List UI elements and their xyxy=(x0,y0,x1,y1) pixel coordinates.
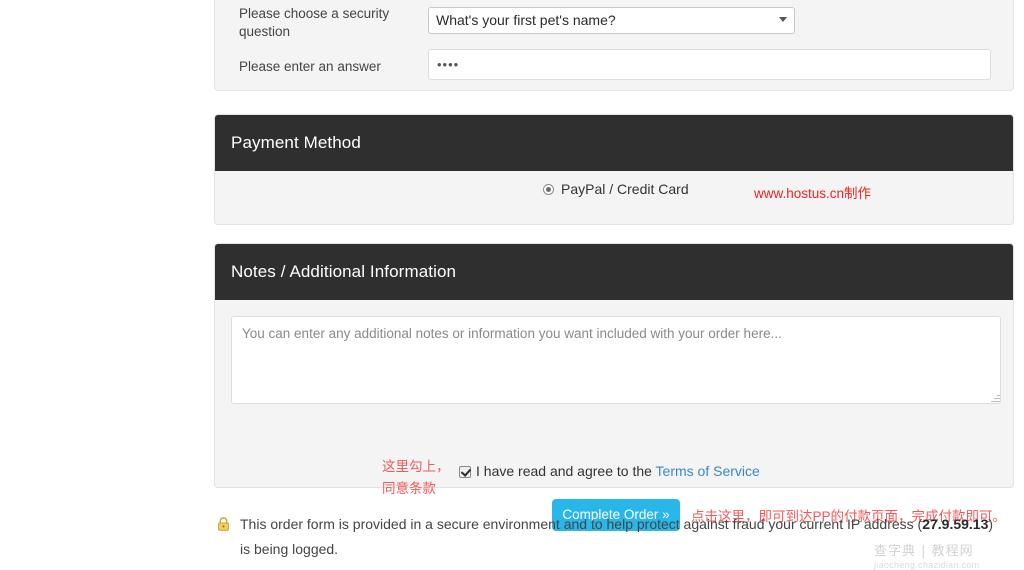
tos-link[interactable]: Terms of Service xyxy=(656,463,760,479)
payment-option-label: PayPal / Credit Card xyxy=(561,181,689,197)
payment-option-paypal[interactable]: PayPal / Credit Card xyxy=(543,181,689,197)
tos-checkbox[interactable] xyxy=(459,466,471,478)
security-question-panel: Please choose a security question What's… xyxy=(214,0,1014,91)
chevron-down-icon xyxy=(779,17,787,22)
watermark-title: 查字典 | 教程网 xyxy=(874,544,974,559)
notes-panel: Notes / Additional Information 这里勾上， 同意条… xyxy=(214,243,1014,531)
notes-header: Notes / Additional Information xyxy=(215,244,1013,300)
order-form-page: Please choose a security question What's… xyxy=(0,0,1024,570)
notes-textarea[interactable] xyxy=(231,316,1001,404)
terms-of-service-row[interactable]: I have read and agree to the Terms of Se… xyxy=(459,463,760,479)
security-question-select[interactable]: What's your first pet's name? xyxy=(428,7,795,34)
site-watermark: 查字典 | 教程网 jiaocheng.chazidian.com xyxy=(874,540,1020,570)
radio-selected-icon[interactable] xyxy=(543,184,554,195)
secure-note-part1: This order form is provided in a secure … xyxy=(240,516,923,532)
lock-icon xyxy=(218,517,229,531)
watermark-url: jiaocheng.chazidian.com xyxy=(874,560,980,570)
payment-method-panel: Payment Method PayPal / Credit Card www.… xyxy=(214,114,1014,225)
tos-text: I have read and agree to the xyxy=(476,463,656,479)
tos-annotation-line2: 同意条款 xyxy=(382,481,436,496)
security-answer-input[interactable]: •••• xyxy=(428,49,991,80)
payment-method-header: Payment Method xyxy=(215,115,1013,171)
tos-annotation: 这里勾上， 同意条款 xyxy=(382,456,462,500)
payment-method-body: PayPal / Credit Card www.hostus.cn制作 xyxy=(215,171,1013,224)
security-answer-label: Please enter an answer xyxy=(239,59,381,74)
client-ip-address: 27.9.59.13 xyxy=(922,516,989,532)
security-question-body: Please choose a security question What's… xyxy=(215,0,1013,90)
tos-annotation-line1: 这里勾上， xyxy=(382,459,450,474)
security-question-label: Please choose a security question xyxy=(239,6,390,39)
security-question-select-value[interactable]: What's your first pet's name? xyxy=(428,7,795,34)
payment-annotation: www.hostus.cn制作 xyxy=(754,186,872,201)
notes-body: 这里勾上， 同意条款 I have read and agree to the … xyxy=(215,300,1013,531)
